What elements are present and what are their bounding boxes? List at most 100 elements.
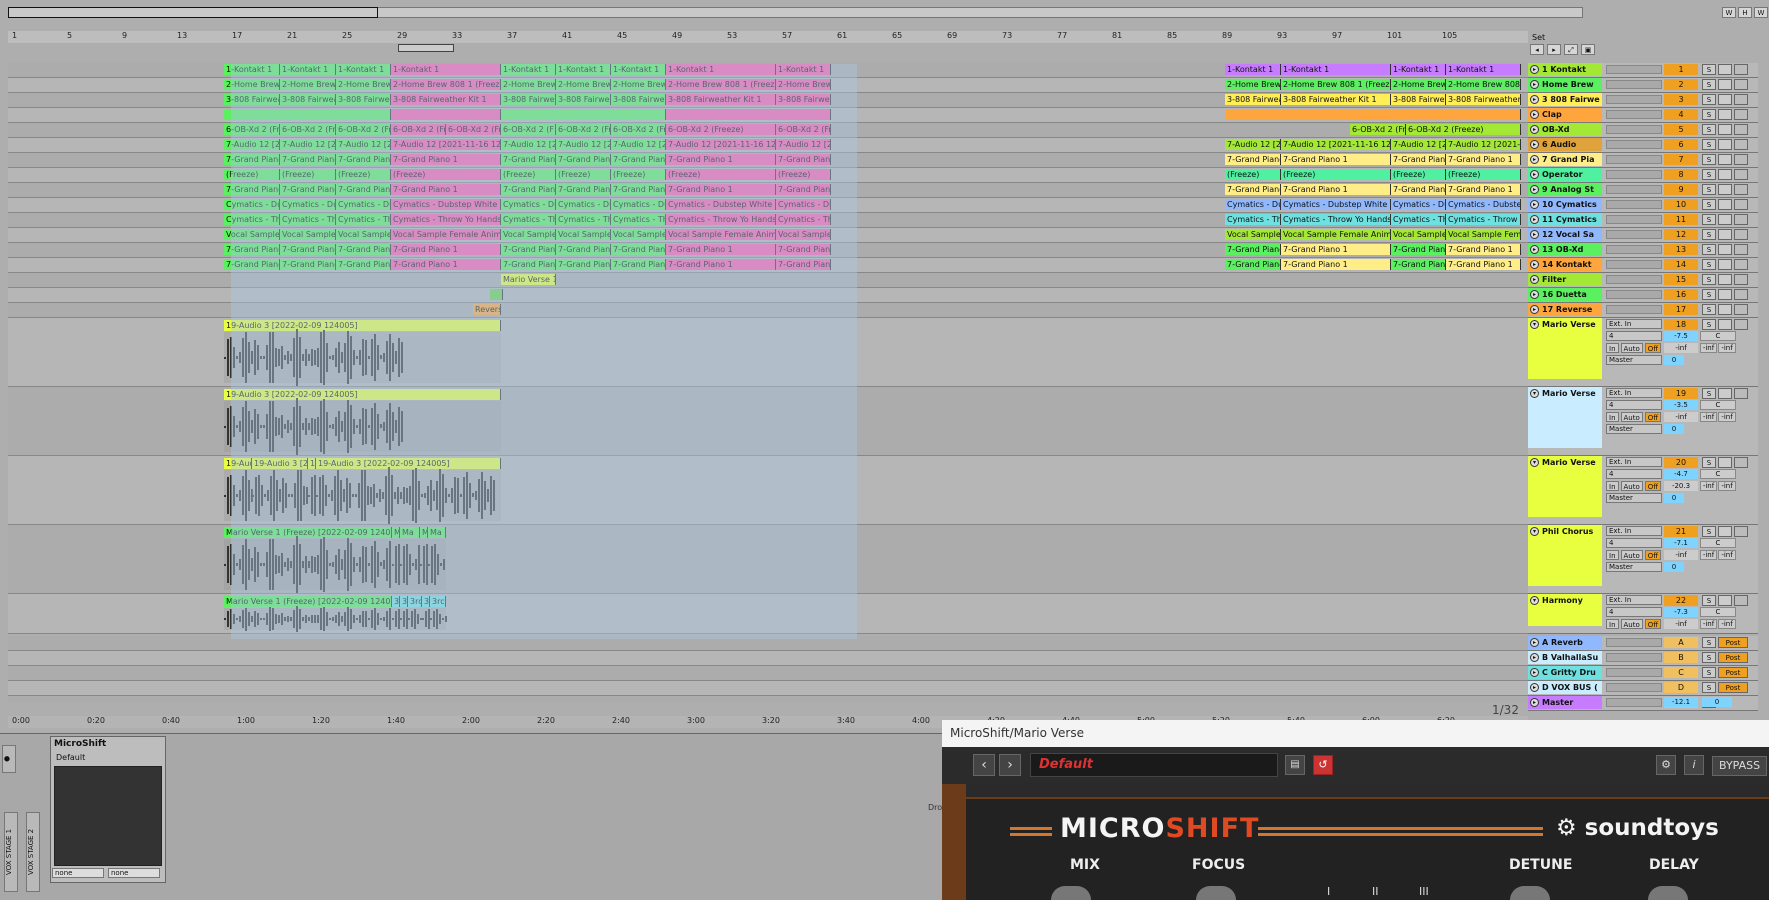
- clip[interactable]: 2-Home Brew: [336, 79, 391, 90]
- track-name[interactable]: ▸ Home Brew: [1528, 78, 1602, 91]
- track-header[interactable]: ▾ Mario Verse 18 S Ext. In 4 -7.5 C In Auto Off -in…: [1528, 318, 1758, 387]
- clip[interactable]: M: [392, 527, 400, 538]
- play-icon[interactable]: ▸: [1530, 668, 1539, 677]
- clip[interactable]: 7-Grand Piano 1: [391, 259, 501, 270]
- record-arm-button[interactable]: [1734, 94, 1748, 105]
- clip[interactable]: 7-Grand Piano: [776, 154, 831, 165]
- clip[interactable]: M: [420, 527, 428, 538]
- clip[interactable]: 1-Kontakt 1: [776, 64, 831, 75]
- track-activator[interactable]: D: [1664, 682, 1698, 693]
- clip[interactable]: 7-Grand Piano 1: [1281, 244, 1391, 255]
- track-header[interactable]: ▸ B ValhallaSu B S Post: [1528, 651, 1758, 666]
- clip[interactable]: Vocal Sample: [501, 229, 556, 240]
- track-header[interactable]: ▸ 14 Kontakt 14 S: [1528, 258, 1758, 273]
- post-button[interactable]: Post: [1718, 667, 1748, 678]
- solo-button[interactable]: S: [1702, 304, 1716, 315]
- clip[interactable]: 2-Home Brew 808 1 (Freeze): [666, 79, 776, 90]
- play-icon[interactable]: ▸: [1530, 230, 1539, 239]
- clip[interactable]: 3-808 Fairwea: [556, 94, 611, 105]
- clip[interactable]: 19-Aud: [224, 458, 252, 469]
- clip[interactable]: Ma: [428, 527, 446, 538]
- clip[interactable]: [391, 109, 501, 120]
- clip[interactable]: (Freeze): [501, 169, 556, 180]
- clip[interactable]: 6-OB-Xd 2 (Fr: [1350, 124, 1406, 135]
- clip[interactable]: 6-OB-Xd 2 (Fre: [446, 124, 501, 135]
- track-activator[interactable]: 14: [1664, 259, 1698, 270]
- track-volume[interactable]: -7.1: [1664, 538, 1698, 548]
- clip[interactable]: Cymatics - Throw Yo Hands U: [1281, 214, 1391, 225]
- play-icon[interactable]: ▸: [1530, 245, 1539, 254]
- monitor-in[interactable]: In: [1606, 550, 1619, 560]
- solo-button[interactable]: S: [1702, 244, 1716, 255]
- arm-button[interactable]: [1718, 109, 1732, 120]
- clip[interactable]: 7-Audio 12 [2021-1: [1446, 139, 1521, 150]
- play-icon[interactable]: ▸: [1530, 275, 1539, 284]
- overview-button[interactable]: W: [1722, 7, 1736, 18]
- track-header[interactable]: ▸ Operator 8 S: [1528, 168, 1758, 183]
- track-lane[interactable]: Cymatics - Du Cymatics - Du Cymatics - Du C…: [8, 198, 1528, 213]
- monitor-in[interactable]: In: [1606, 343, 1619, 353]
- monitor-off[interactable]: Off: [1644, 412, 1662, 422]
- clip[interactable]: 1-Kontakt 1: [336, 64, 391, 75]
- clip[interactable]: 3-808 Fairwea: [611, 94, 666, 105]
- track-lane[interactable]: Mario Verse 1 (Freeze) [2022-02-09 12400…: [8, 525, 1528, 594]
- clip[interactable]: 7-Audio 12 [2: [501, 139, 556, 150]
- track-lane[interactable]: (Freeze) (Freeze) (Freeze) (Freeze) (Freeze)…: [8, 168, 1528, 183]
- preset-name-display[interactable]: Default: [1030, 753, 1278, 777]
- clip[interactable]: 1-Kontakt 1: [1281, 64, 1391, 75]
- track-header[interactable]: ▸ 3 808 Fairwe 3 S: [1528, 93, 1758, 108]
- clip[interactable]: 7-Grand Piano: [224, 244, 280, 255]
- track-lane[interactable]: 7-Grand Piano 7-Grand Piano 7-Grand Piano 7…: [8, 258, 1528, 273]
- record-arm-button[interactable]: [1734, 199, 1748, 210]
- clip[interactable]: Cymatics - Du: [280, 199, 336, 210]
- track-header[interactable]: ▾ Mario Verse 20 S Ext. In 4 -4.7 C In Auto Off -20…: [1528, 456, 1758, 525]
- clip[interactable]: Cymatics - Throw Yo Hands U: [391, 214, 501, 225]
- clip[interactable]: [501, 109, 666, 120]
- clip[interactable]: 19-Audio 3 [2022-02-09 124005]: [316, 458, 501, 469]
- master-cue[interactable]: 0: [1702, 697, 1732, 707]
- clip[interactable]: Vocal Sample Female Anime: [391, 229, 501, 240]
- clip[interactable]: 7-Grand Piano 1: [666, 259, 776, 270]
- output-select[interactable]: Master: [1606, 562, 1662, 572]
- track-name[interactable]: ▸ 11 Cymatics: [1528, 213, 1602, 226]
- clip[interactable]: 6-OB-Xd 2 (Fr: [336, 124, 391, 135]
- clip[interactable]: 3rc: [408, 596, 422, 607]
- track-header[interactable]: ▸ Filter 15 S: [1528, 273, 1758, 288]
- clip[interactable]: 3-808 Fairweather Kit 1: [1281, 94, 1391, 105]
- solo-button[interactable]: S: [1702, 139, 1716, 150]
- clip[interactable]: 7-Grand Piano: [611, 184, 666, 195]
- solo-button[interactable]: S: [1702, 289, 1716, 300]
- track-header[interactable]: ▾ Harmony 22 S Ext. In 4 -7.3 C In Auto Off -inf -in…: [1528, 594, 1758, 634]
- mix-knob[interactable]: [1051, 886, 1091, 900]
- clip[interactable]: 7-Grand Piano 1: [1281, 154, 1391, 165]
- clip[interactable]: 6-OB-Xd 2 (Fr: [556, 124, 611, 135]
- track-lane[interactable]: 19-Audio 3 [2022-02-09 124005]: [8, 387, 1528, 456]
- clip[interactable]: 3-808 Fairweather: [1446, 94, 1521, 105]
- clip[interactable]: Cymatics - Dubstep White N: [666, 199, 776, 210]
- clip[interactable]: 6-OB-Xd 2 (Fr: [391, 124, 446, 135]
- solo-button[interactable]: S: [1702, 64, 1716, 75]
- track-lane[interactable]: 7-Grand Piano 7-Grand Piano 7-Grand Piano 7…: [8, 243, 1528, 258]
- clip[interactable]: Mario Verse 1 (Freeze) [2022-02-09 12400…: [224, 596, 392, 607]
- clip[interactable]: 3: [422, 596, 430, 607]
- clip[interactable]: 3-808 Fairweather Kit 1: [666, 94, 776, 105]
- arm-button[interactable]: [1718, 259, 1732, 270]
- solo-button[interactable]: S: [1702, 274, 1716, 285]
- send-d[interactable]: 0: [1664, 493, 1684, 503]
- track-header[interactable]: ▸ 11 Cymatics 11 S: [1528, 213, 1758, 228]
- clip[interactable]: 7-Grand Piano: [224, 259, 280, 270]
- send-a[interactable]: -20.3: [1664, 481, 1698, 491]
- clip[interactable]: 7-Grand Piano: [336, 184, 391, 195]
- input-type-select[interactable]: Ext. In: [1606, 526, 1662, 536]
- clip[interactable]: Cymatics - Du: [611, 199, 666, 210]
- clip[interactable]: (Freeze): [1281, 169, 1391, 180]
- arm-button[interactable]: [1718, 79, 1732, 90]
- clip[interactable]: Vocal Sample: [336, 229, 391, 240]
- clip[interactable]: 2-Home Brew: [1225, 79, 1281, 90]
- track-lane[interactable]: Vocal Sample Vocal Sample Vocal Sample Voca…: [8, 228, 1528, 243]
- clip[interactable]: 7-Grand Piano: [336, 154, 391, 165]
- record-arm-button[interactable]: [1734, 304, 1748, 315]
- track-header[interactable]: ▸ 7 Grand Pia 7 S: [1528, 153, 1758, 168]
- clip[interactable]: 7-Grand Piano: [501, 244, 556, 255]
- clip[interactable]: 2-Home Brew: [776, 79, 831, 90]
